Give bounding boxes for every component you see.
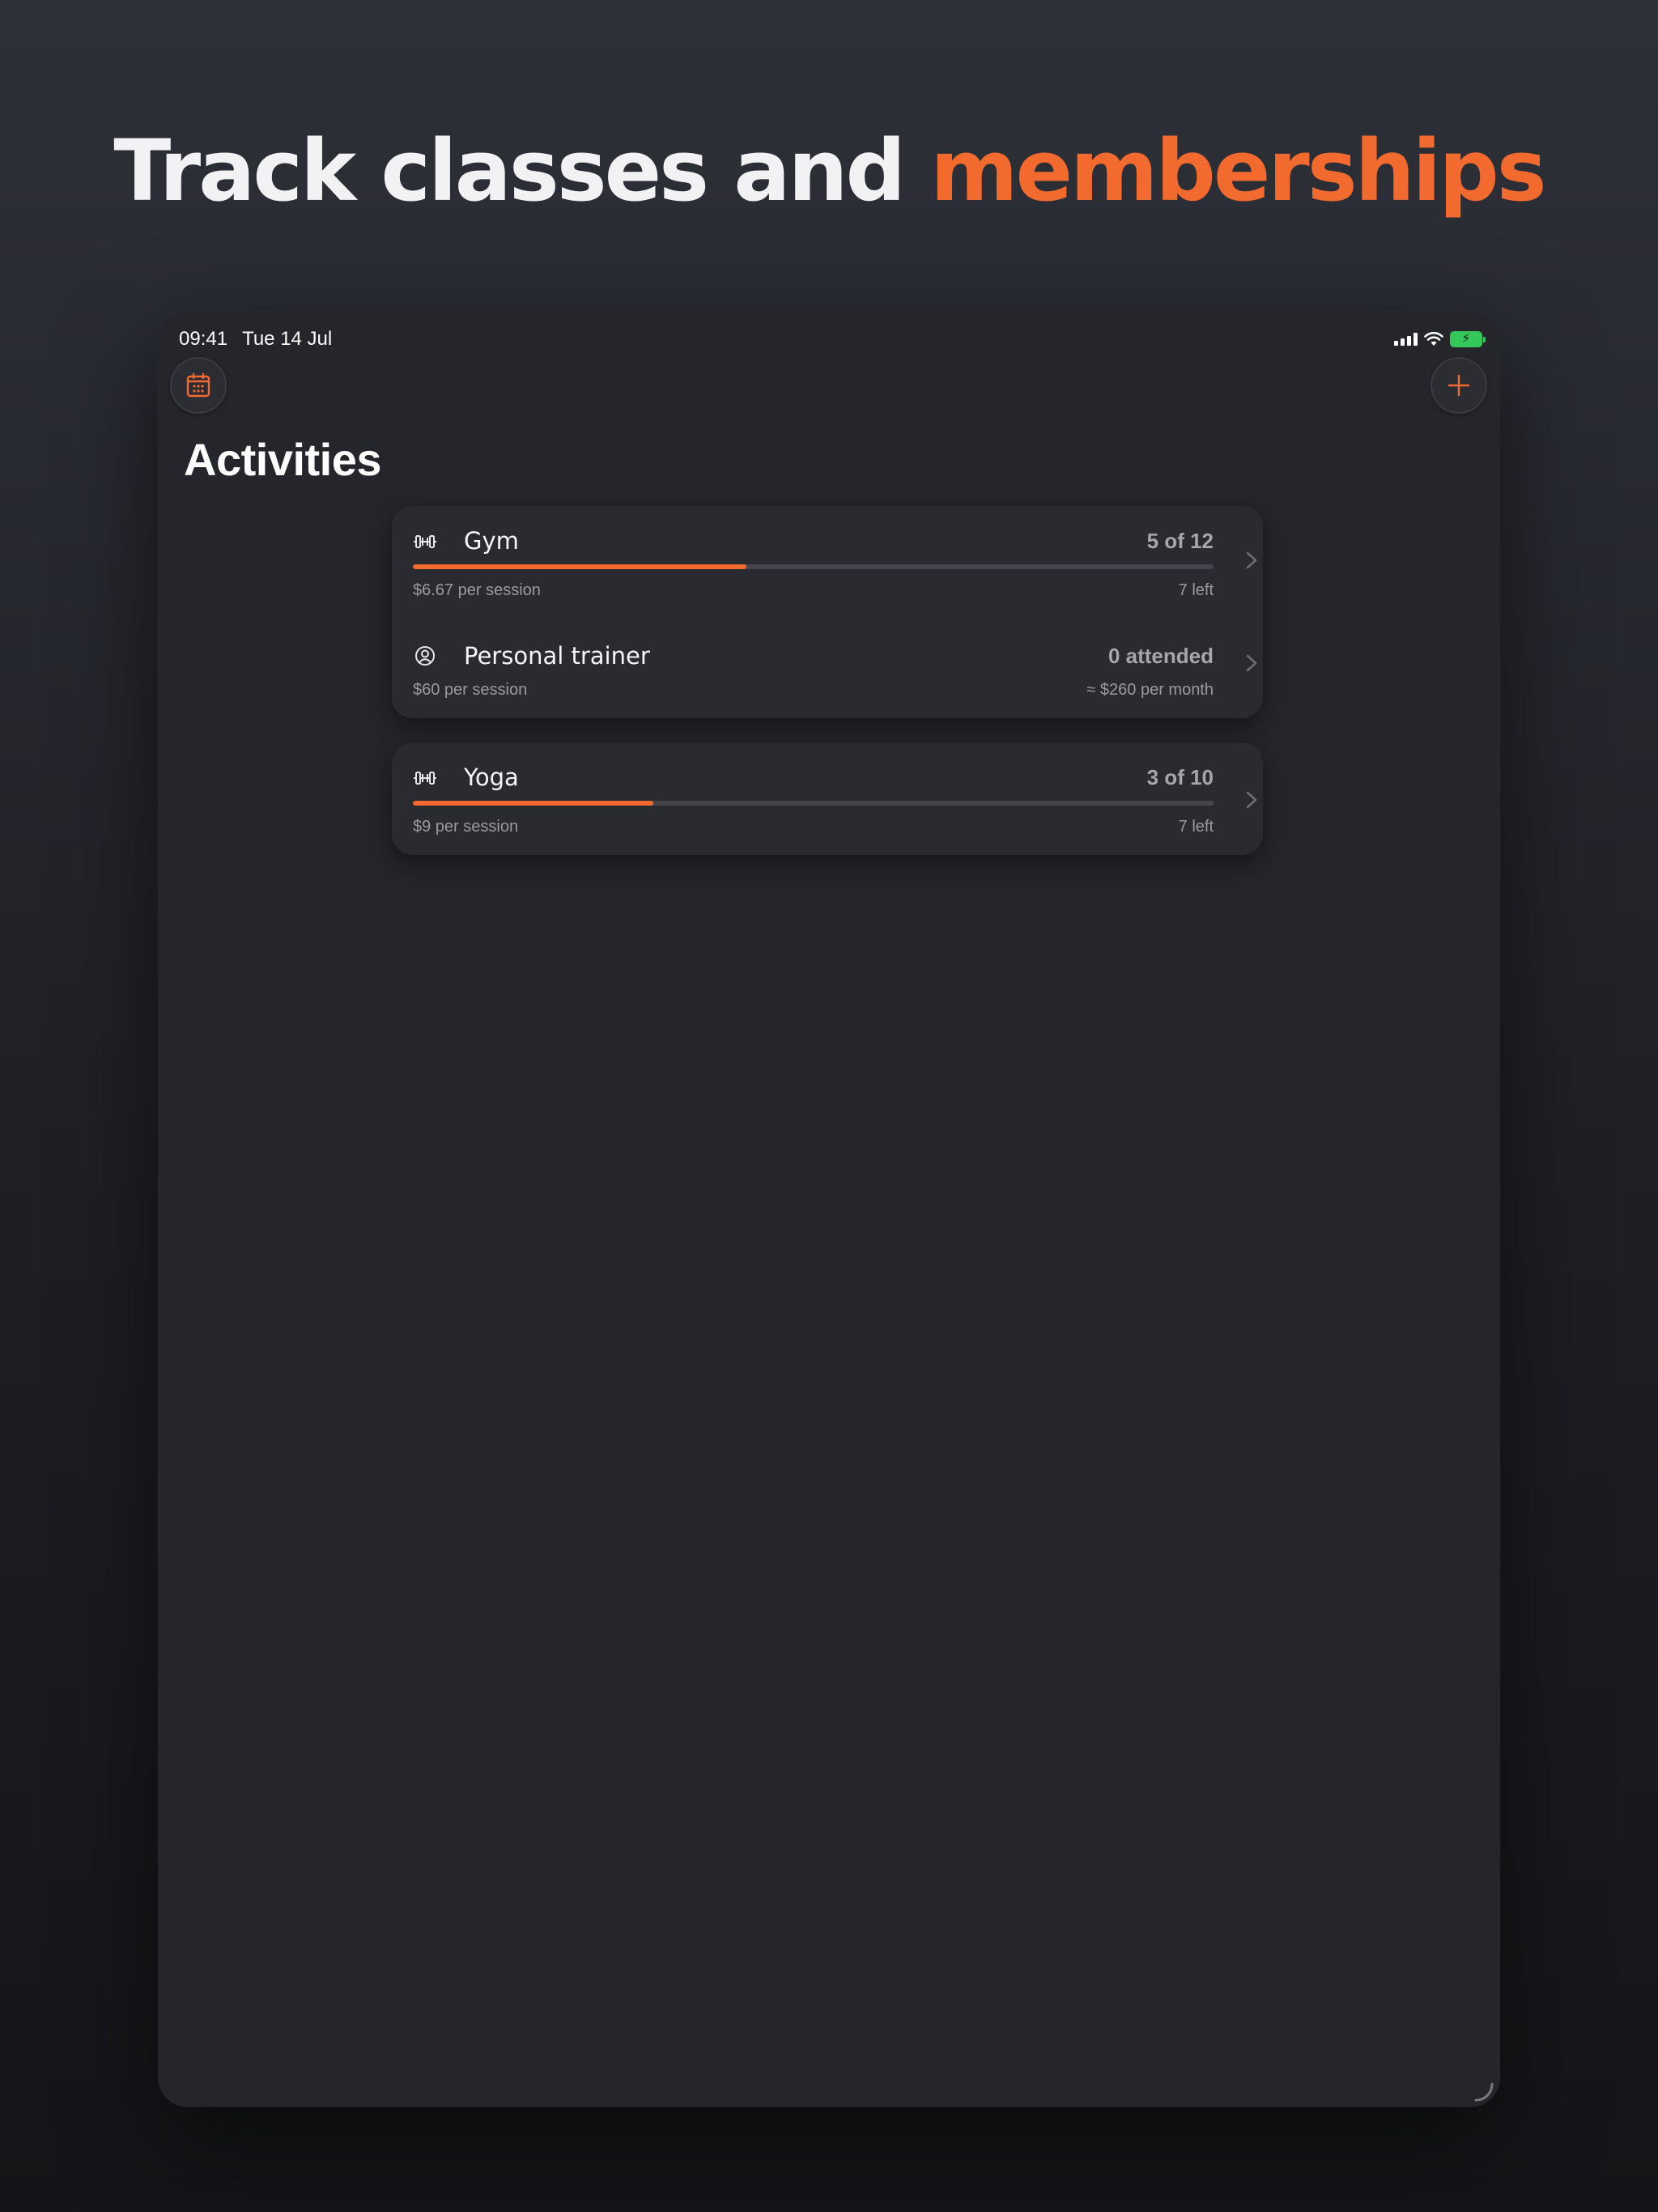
- headline-accent: memberships: [930, 121, 1546, 220]
- ipad-screen: 09:41 Tue 14 Jul ⚡ Activities Gym 5 of 1…: [158, 312, 1500, 2107]
- headline-main: Track classes and: [113, 121, 906, 220]
- activity-row-yoga[interactable]: Yoga 3 of 10 $9 per session 7 left: [392, 742, 1263, 855]
- dumbbell-icon: [414, 535, 436, 548]
- status-time: 09:41: [179, 328, 228, 350]
- corner-resize-indicator-icon: [1474, 2082, 1494, 2102]
- chevron-right-icon: [1246, 791, 1257, 809]
- monthly-estimate: ≈ $260 per month: [1086, 681, 1214, 699]
- sessions-left: 7 left: [1178, 818, 1214, 836]
- dumbbell-icon: [414, 772, 436, 785]
- wifi-icon: [1424, 332, 1443, 346]
- price-per-session: $60 per session: [413, 681, 528, 699]
- progress-track: [413, 564, 1214, 569]
- sessions-left: 7 left: [1178, 581, 1214, 599]
- activity-row-personal-trainer[interactable]: Personal trainer 0 attended $60 per sess…: [392, 611, 1263, 718]
- activity-name: Gym: [464, 527, 519, 555]
- activity-count: 5 of 12: [1146, 529, 1214, 553]
- activity-count: 0 attended: [1107, 644, 1214, 668]
- person-circle-icon: [415, 646, 435, 666]
- progress-fill: [413, 564, 747, 569]
- progress-fill: [413, 801, 653, 806]
- plus-icon: [1448, 374, 1470, 397]
- status-indicators: ⚡: [1394, 331, 1486, 347]
- cellular-signal-icon: [1394, 333, 1418, 346]
- activity-group-card: Yoga 3 of 10 $9 per session 7 left: [392, 742, 1263, 855]
- battery-charging-icon: ⚡: [1450, 331, 1486, 347]
- page-title: Activities: [184, 434, 382, 485]
- chevron-right-icon: [1246, 551, 1257, 569]
- calendar-icon: [186, 372, 210, 398]
- status-bar: 09:41 Tue 14 Jul ⚡: [179, 323, 1486, 355]
- add-activity-button[interactable]: [1431, 357, 1487, 414]
- price-per-session: $6.67 per session: [413, 581, 541, 599]
- chevron-right-icon: [1246, 654, 1257, 672]
- activity-name: Personal trainer: [464, 642, 650, 670]
- activity-name: Yoga: [464, 764, 519, 791]
- activity-group-card: Gym 5 of 12 $6.67 per session 7 left Per…: [392, 506, 1263, 718]
- activity-row-gym[interactable]: Gym 5 of 12 $6.67 per session 7 left: [392, 506, 1263, 611]
- activity-count: 3 of 10: [1146, 765, 1214, 789]
- price-per-session: $9 per session: [413, 818, 519, 836]
- headline: Track classes and memberships: [0, 121, 1658, 220]
- calendar-button[interactable]: [170, 357, 227, 414]
- status-date: Tue 14 Jul: [242, 328, 333, 350]
- progress-track: [413, 801, 1214, 806]
